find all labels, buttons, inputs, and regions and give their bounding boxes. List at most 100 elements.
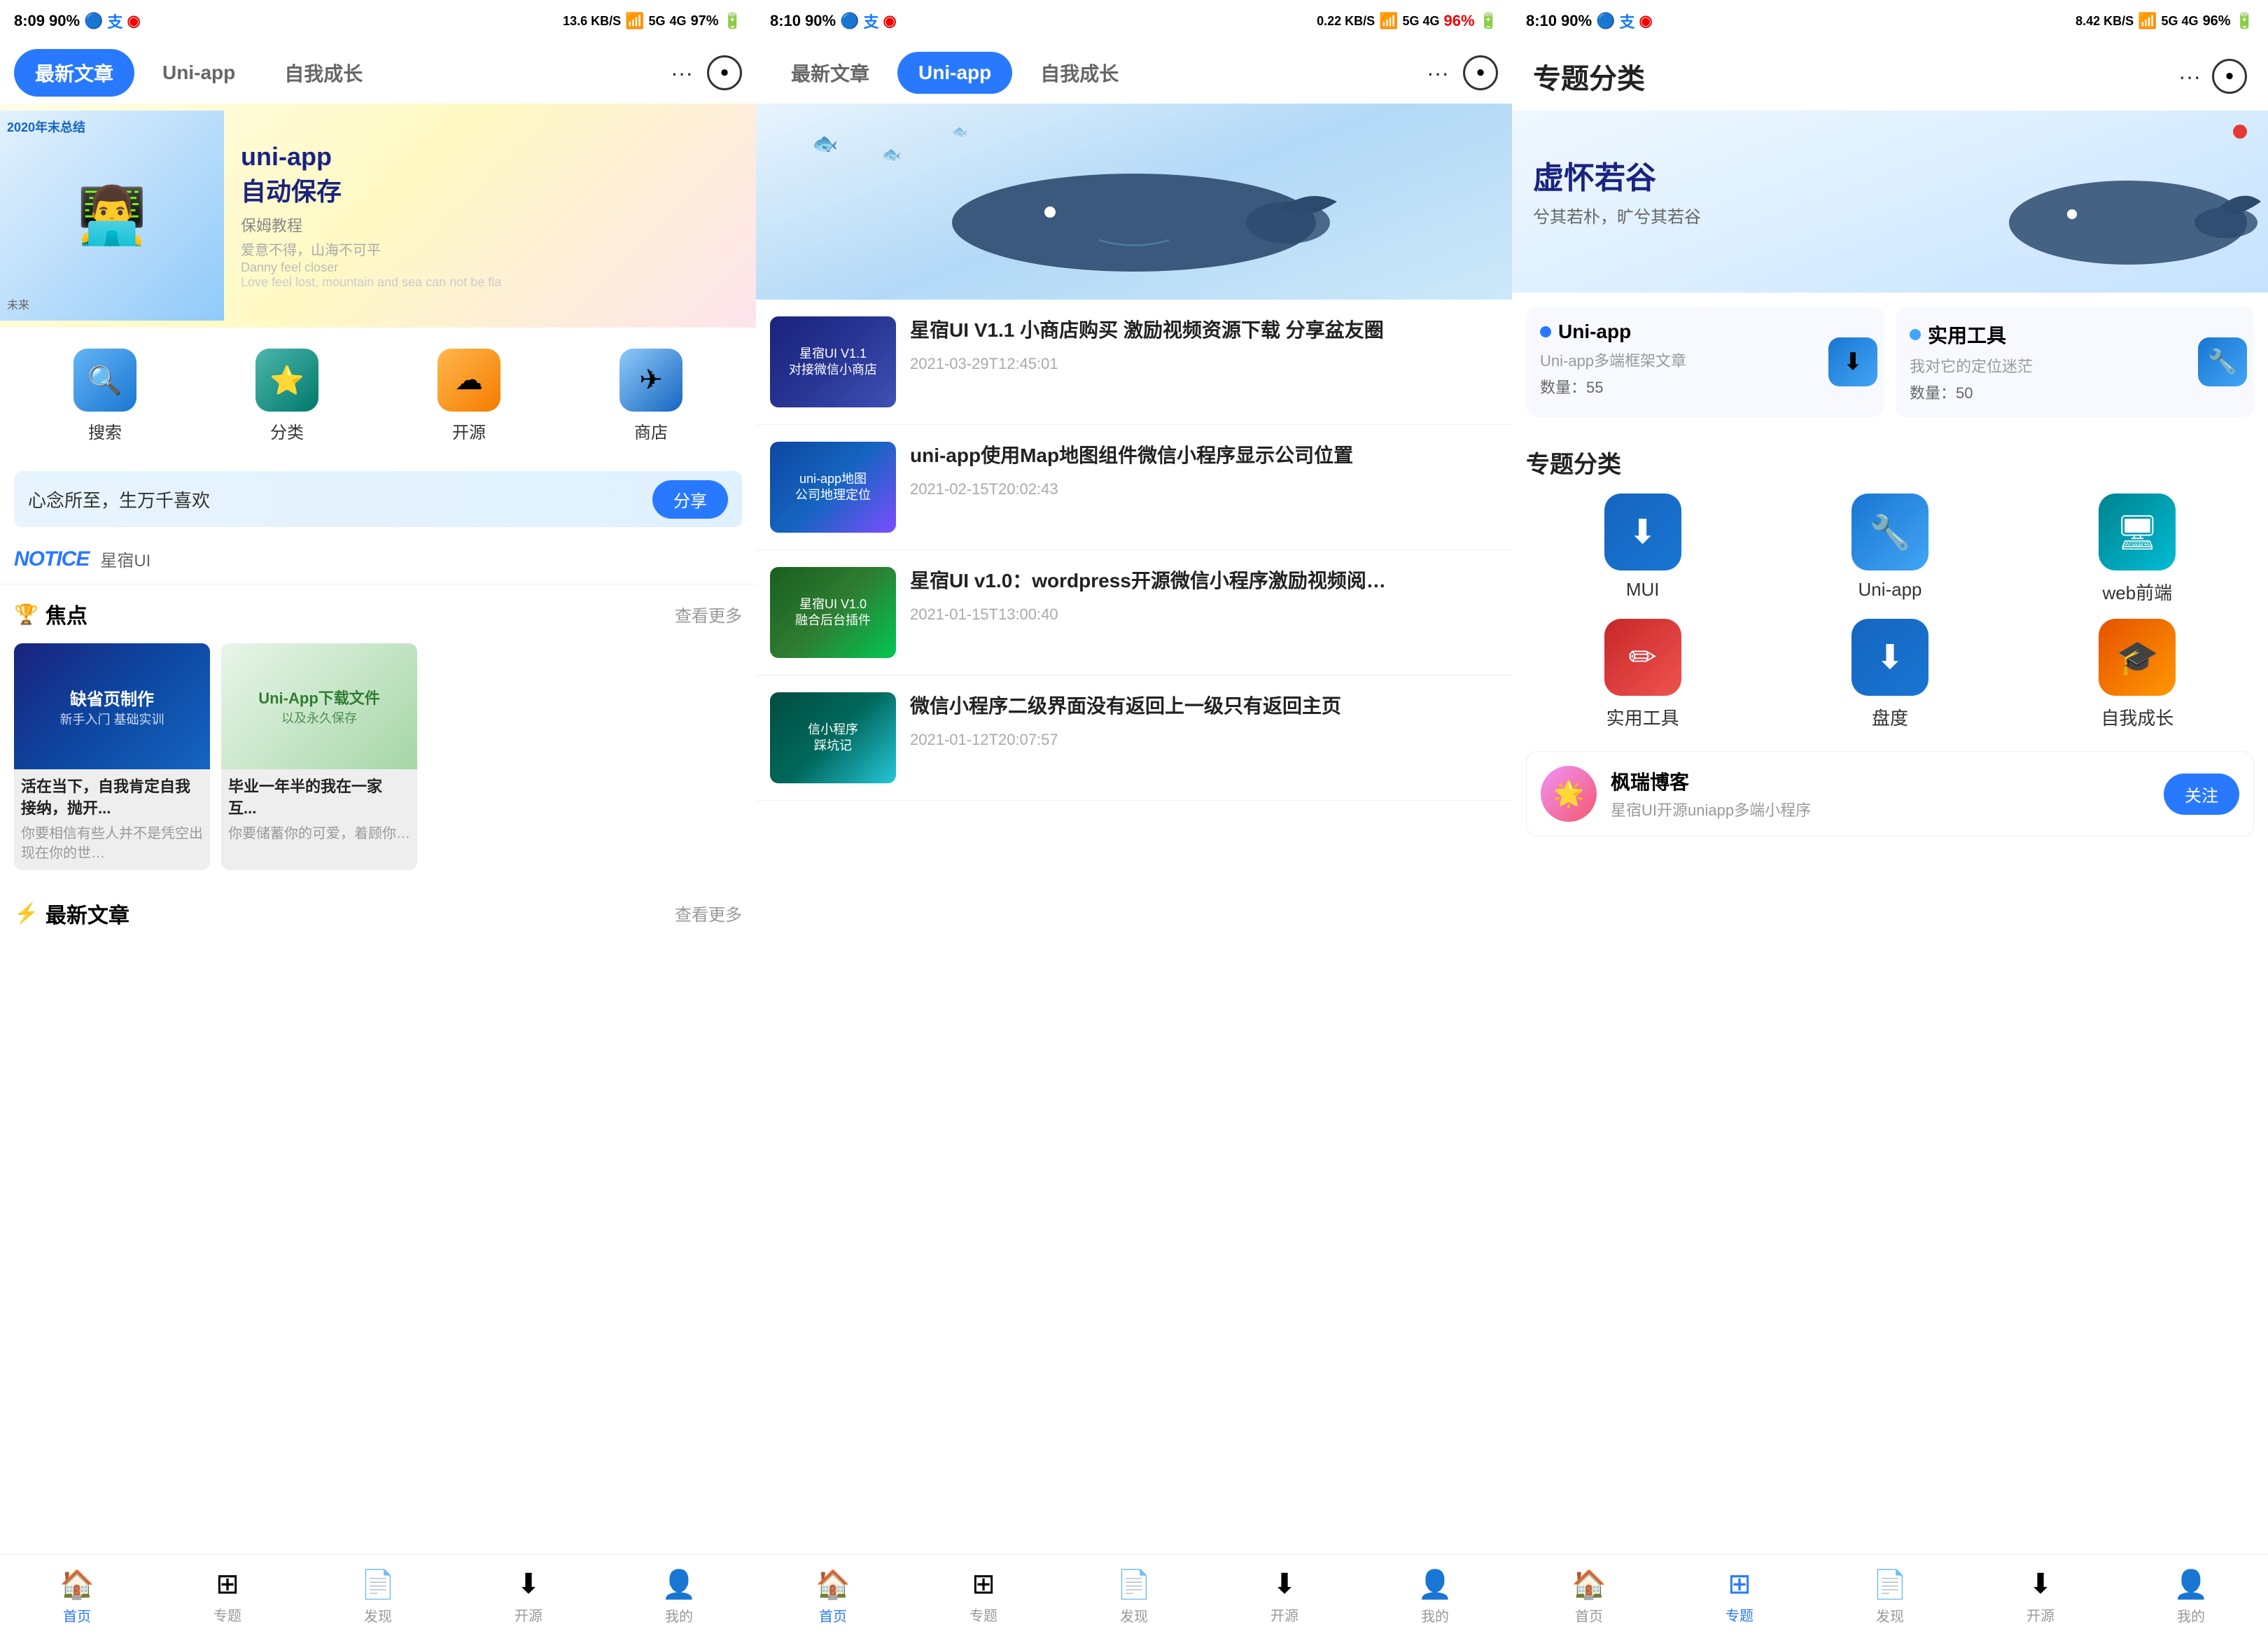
- tab-growth-2[interactable]: 自我成长: [1019, 49, 1140, 97]
- featured-uniapp-name: Uni-app: [1558, 321, 1631, 343]
- icon-item-search[interactable]: 🔍 搜索: [74, 349, 136, 443]
- article-list-2: 星宿UI V1.1对接微信小商店 星宿UI V1.1 小商店购买 激励视频资源下…: [756, 300, 1512, 801]
- icon-label-shop: 商店: [634, 419, 668, 443]
- nav-mine-3[interactable]: 👤 我的: [2174, 1568, 2208, 1625]
- nav-topic-1[interactable]: ⊞ 专题: [214, 1568, 241, 1625]
- focus-card-text-1: 毕业一年半的我在一家互... 你要储蓄你的可爱，着顾你…: [221, 769, 417, 850]
- article-item-2[interactable]: 星宿UI V1.0融合后台插件 星宿UI v1.0：wordpress开源微信小…: [756, 550, 1512, 676]
- topic-item-uniapp[interactable]: 🔧 Uni-app: [1773, 493, 2006, 605]
- record-btn-1[interactable]: ⏺: [707, 55, 742, 90]
- whale-illustration-3: [1988, 111, 2268, 293]
- featured-tools[interactable]: 实用工具 我对它的定位迷茫 数量：50 🔧: [1896, 307, 2254, 417]
- bottom-nav-3: 🏠 首页 ⊞ 专题 📄 发现 ⬇ 开源 👤 我的: [1512, 1554, 2268, 1638]
- topic-item-web[interactable]: 🖥 web前端: [2021, 493, 2254, 605]
- focus-card-img-1: Uni-App下载文件 以及永久保存: [221, 643, 417, 769]
- follow-button-3[interactable]: 关注: [2164, 774, 2239, 815]
- discover-icon-3: 📄: [1872, 1568, 1907, 1601]
- article-thumb-0: 星宿UI V1.1对接微信小商店: [770, 316, 896, 407]
- icon-label-open: 开源: [452, 419, 486, 443]
- focus-card-title-0: 活在当下，自我肯定自我接纳，抛开...: [21, 776, 203, 820]
- article-thumb-2: 星宿UI V1.0融合后台插件: [770, 567, 896, 658]
- article-item-1[interactable]: uni-app地图公司地理定位 uni-app使用Map地图组件微信小程序显示公…: [756, 425, 1512, 550]
- icon-item-open[interactable]: ☁ 开源: [438, 349, 500, 443]
- latest-more-1[interactable]: 查看更多: [675, 901, 742, 925]
- featured-uniapp-icon: ⬇: [1828, 337, 1877, 386]
- nav-label-discover-1: 发现: [364, 1605, 392, 1625]
- nav-topic-2[interactable]: ⊞ 专题: [969, 1568, 997, 1625]
- whale-title: 虚怀若谷: [1533, 153, 1701, 197]
- topic-item-mui[interactable]: ⬇ MUI: [1526, 493, 1759, 605]
- topic-label-growth: 自我成长: [2101, 704, 2174, 730]
- topic-grid-title: 专题分类: [1526, 438, 2254, 493]
- app-icon-1: ◉: [127, 12, 141, 30]
- banner-strip-1: 心念所至，生万千喜欢 分享: [14, 471, 742, 527]
- author-name-3: 枫瑞博客: [1611, 767, 2150, 795]
- tab-latest-2[interactable]: 最新文章: [770, 49, 890, 97]
- hero-title1: uni-app: [241, 142, 739, 172]
- fish-icon-1: 🐟: [812, 132, 838, 156]
- focus-card-1[interactable]: Uni-App下载文件 以及永久保存 毕业一年半的我在一家互... 你要储蓄你的…: [221, 643, 417, 870]
- topic-icon-1: ⊞: [216, 1568, 239, 1600]
- nav-label-home-2: 首页: [819, 1605, 847, 1625]
- screen2: 8:10 90% 🔵 支 ◉ 0.22 KB/S 📶 5G 4G 96% 🔋 最…: [756, 0, 1512, 1638]
- dots-icon-1[interactable]: ···: [671, 60, 693, 86]
- tab-growth-1[interactable]: 自我成长: [263, 49, 384, 97]
- share-button-1[interactable]: 分享: [652, 480, 728, 519]
- nav-home-1[interactable]: 🏠 首页: [59, 1568, 94, 1625]
- tab-uniapp-2[interactable]: Uni-app: [897, 52, 1012, 94]
- status-bar-1: 8:09 90% 🔵 支 ◉ 13.6 KB/S 📶 5G 4G 97% 🔋: [0, 0, 756, 42]
- mine-icon-1: 👤: [662, 1568, 696, 1601]
- article-item-3[interactable]: 信小程序踩坑记 微信小程序二级界面没有返回上一级只有返回主页 2021-01-1…: [756, 676, 1512, 801]
- whale-text-area: 虚怀若谷 兮其若朴，旷兮其若谷: [1533, 153, 1701, 227]
- app-icon-2: ◉: [883, 12, 897, 30]
- nav-discover-3[interactable]: 📄 发现: [1872, 1568, 1907, 1625]
- article-item-0[interactable]: 星宿UI V1.1对接微信小商店 星宿UI V1.1 小商店购买 激励视频资源下…: [756, 300, 1512, 425]
- focus-card-img-0: 缺省页制作 新手入门 基础实训: [14, 643, 210, 769]
- time-3: 8:10: [1526, 12, 1557, 30]
- nav-home-2[interactable]: 🏠 首页: [816, 1568, 850, 1625]
- dots-icon-2[interactable]: ···: [1427, 60, 1449, 86]
- topic-item-pandu[interactable]: ⬇ 盘度: [1773, 619, 2006, 730]
- content-1: 2020年末总结 👨‍💻 未来 uni-app 自动保存 保姆教程 爱意不得，山…: [0, 104, 756, 1554]
- status-right-2: 0.22 KB/S 📶 5G 4G 96% 🔋: [1317, 12, 1498, 30]
- nav-topic-3[interactable]: ⊞ 专题: [1726, 1568, 1754, 1625]
- nav-open-1[interactable]: ⬇ 开源: [514, 1568, 542, 1625]
- mine-icon-2: 👤: [1418, 1568, 1452, 1601]
- tab-uniapp-1[interactable]: Uni-app: [141, 52, 256, 94]
- time-2: 8:10: [770, 12, 801, 30]
- icon-item-category[interactable]: ⭐ 分类: [255, 349, 318, 443]
- nav-label-discover-3: 发现: [1876, 1605, 1904, 1625]
- nav-mine-2[interactable]: 👤 我的: [1418, 1568, 1452, 1625]
- topic-icon-mui: ⬇: [1604, 493, 1681, 570]
- topic-label-tools: 实用工具: [1606, 704, 1679, 730]
- topic-item-growth[interactable]: 🎓 自我成长: [2021, 619, 2254, 730]
- nav-open-2[interactable]: ⬇ 开源: [1270, 1568, 1298, 1625]
- nav-label-topic-3: 专题: [1726, 1604, 1754, 1625]
- nav-home-3[interactable]: 🏠 首页: [1572, 1568, 1606, 1625]
- focus-more-1[interactable]: 查看更多: [675, 602, 742, 626]
- record-btn-3[interactable]: ⏺: [2212, 59, 2247, 94]
- topic-header-actions: ··· ⏺: [2178, 59, 2247, 94]
- topic-item-tools[interactable]: ✏ 实用工具: [1526, 619, 1759, 730]
- dots-icon-3[interactable]: ···: [2178, 64, 2201, 90]
- article-info-3: 微信小程序二级界面没有返回上一级只有返回主页 2021-01-12T20:07:…: [910, 692, 1498, 749]
- latest-title-1: ⚡ 最新文章: [14, 898, 130, 929]
- icon-item-shop[interactable]: ✈ 商店: [620, 349, 682, 443]
- status-right-3: 8.42 KB/S 📶 5G 4G 96% 🔋: [2076, 12, 2254, 30]
- nav-mine-1[interactable]: 👤 我的: [662, 1568, 696, 1625]
- hero-text-area-1: uni-app 自动保存 保姆教程 爱意不得，山海不可平 Danny feel …: [224, 128, 756, 304]
- tab-latest-1[interactable]: 最新文章: [14, 49, 134, 97]
- nav-discover-1[interactable]: 📄 发现: [360, 1568, 396, 1625]
- topic-icon-2: ⊞: [972, 1568, 995, 1600]
- featured-uniapp[interactable]: Uni-app Uni-app多端框架文章 数量：55 ⬇: [1526, 307, 1884, 417]
- pay-icon-2: 支: [864, 10, 879, 32]
- nav-discover-2[interactable]: 📄 发现: [1116, 1568, 1152, 1625]
- hero-emoji-1: 👨‍💻: [77, 183, 147, 248]
- hero-banner-1: 2020年末总结 👨‍💻 未来 uni-app 自动保存 保姆教程 爱意不得，山…: [0, 104, 756, 328]
- nav-label-mine-3: 我的: [2177, 1605, 2205, 1625]
- record-btn-2[interactable]: ⏺: [1463, 55, 1498, 90]
- thumb-text-1: uni-app地图公司地理定位: [788, 464, 878, 511]
- hero-desc-small: 未来: [7, 299, 29, 314]
- focus-card-0[interactable]: 缺省页制作 新手入门 基础实训 活在当下，自我肯定自我接纳，抛开... 你要相信…: [14, 643, 210, 870]
- nav-open-3[interactable]: ⬇ 开源: [2026, 1568, 2054, 1625]
